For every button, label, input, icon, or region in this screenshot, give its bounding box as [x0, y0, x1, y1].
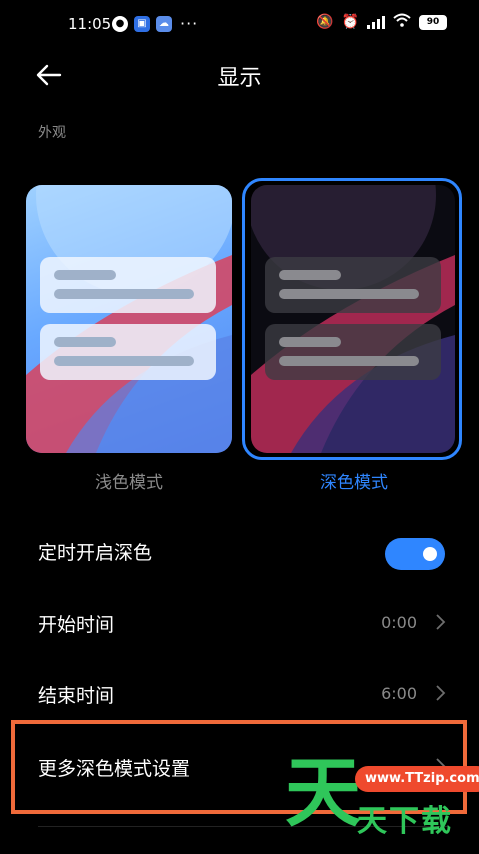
alarm-icon: ⏰: [341, 14, 359, 30]
start-time-value: 0:00: [381, 613, 417, 632]
cloud-app-icon: ☁: [156, 15, 172, 32]
watermark-url: www.TTzip.com: [355, 766, 479, 792]
app-badge-icon: ▣: [134, 15, 150, 32]
end-time-label: 结束时间: [38, 685, 115, 707]
schedule-dark-label: 定时开启深色: [38, 542, 153, 564]
globe-icon: ●: [112, 15, 128, 32]
header: 显示: [0, 50, 479, 100]
start-time-label: 开始时间: [38, 614, 115, 636]
schedule-dark-row[interactable]: 定时开启深色: [0, 520, 479, 584]
schedule-dark-toggle[interactable]: [385, 538, 445, 570]
watermark-text: 天下载: [357, 804, 453, 839]
light-wallpaper: [26, 185, 232, 453]
mute-icon: 🔕: [316, 14, 334, 30]
dark-mode-card[interactable]: [251, 185, 455, 453]
light-mode-label[interactable]: 浅色模式: [26, 468, 232, 493]
toggle-knob: [423, 547, 437, 561]
appearance-section-label: 外观: [38, 125, 66, 141]
battery-icon: 90: [419, 14, 447, 30]
dark-preview-card-2: [265, 324, 441, 380]
signal-icon: [367, 15, 385, 29]
status-icons-right: 🔕 ⏰ 90: [316, 13, 447, 31]
more-notifications-icon: ···: [180, 14, 199, 33]
status-time: 11:05: [68, 15, 112, 33]
dark-mode-label[interactable]: 深色模式: [251, 468, 457, 493]
end-time-value: 6:00: [381, 684, 417, 703]
start-time-row[interactable]: 开始时间 0:00: [0, 592, 479, 656]
end-time-row[interactable]: 结束时间 6:00: [0, 663, 479, 727]
watermark-logo: 天: [285, 748, 361, 837]
dark-wallpaper: [251, 185, 455, 453]
status-bar: 11:05 ● ▣ ☁ ··· 🔕 ⏰ 90: [0, 0, 479, 48]
light-mode-card[interactable]: [26, 185, 232, 453]
light-preview-card-2: [40, 324, 216, 380]
status-icons-left: ● ▣ ☁ ···: [112, 14, 198, 33]
dark-preview-card-1: [265, 257, 441, 313]
chevron-right-icon: [436, 685, 446, 701]
chevron-right-icon: [436, 614, 446, 630]
light-preview-card-1: [40, 257, 216, 313]
page-title: 显示: [217, 66, 262, 91]
wifi-icon: [393, 13, 411, 31]
